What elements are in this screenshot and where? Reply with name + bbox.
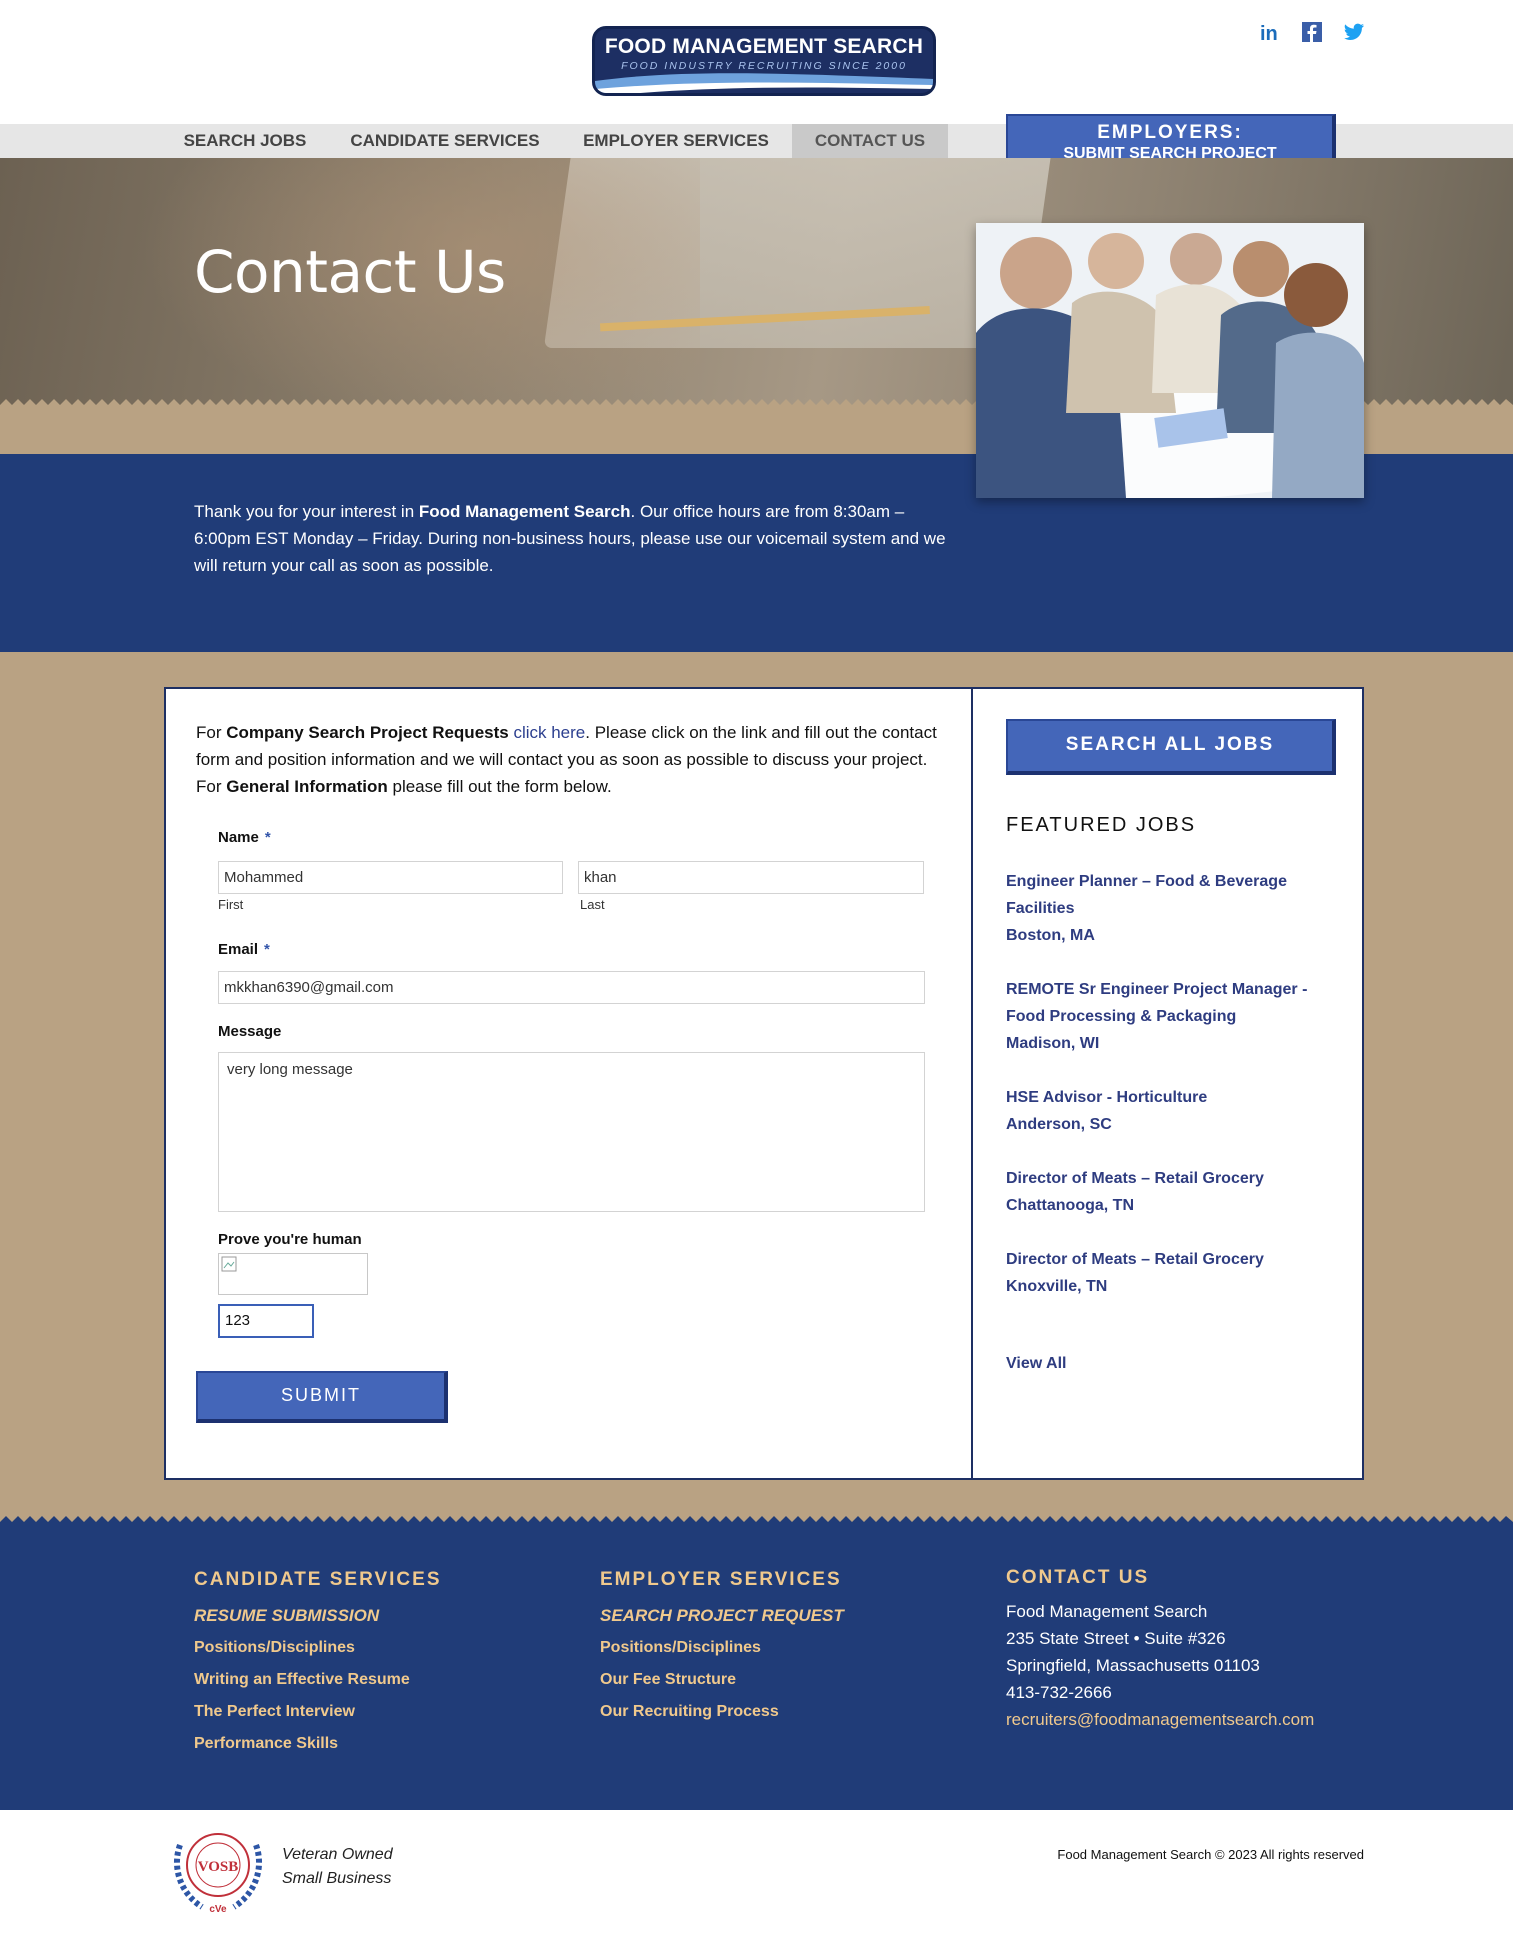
job-title: Engineer Planner – Food & Beverage Facil… bbox=[1006, 873, 1287, 917]
business-team-photo bbox=[976, 223, 1364, 498]
name-label-text: Name bbox=[218, 829, 259, 846]
email-label-text: Email bbox=[218, 941, 259, 958]
featured-job-link[interactable]: REMOTE Sr Engineer Project Manager - Foo… bbox=[1006, 976, 1336, 1057]
footer-link-resume-submission[interactable]: RESUME SUBMISSION bbox=[194, 1606, 379, 1626]
footer-link-recruiting-process[interactable]: Our Recruiting Process bbox=[600, 1703, 779, 1721]
footer-link-search-project-request[interactable]: SEARCH PROJECT REQUEST bbox=[600, 1606, 844, 1626]
vosb-seal-icon: VOSB cVe bbox=[166, 1815, 270, 1915]
email-label: Email * bbox=[218, 941, 270, 958]
footer-link-employer-positions[interactable]: Positions/Disciplines bbox=[600, 1639, 761, 1657]
footer-link-performance-skills[interactable]: Performance Skills bbox=[194, 1735, 338, 1753]
copyright-text: Food Management Search © 2023 All rights… bbox=[1057, 1847, 1364, 1862]
form-intro-part1: For bbox=[196, 723, 227, 742]
featured-job-link[interactable]: HSE Advisor - Horticulture Anderson, SC bbox=[1006, 1084, 1336, 1138]
intro-text: Thank you for your interest in Food Mana… bbox=[194, 498, 964, 579]
nav-search-jobs[interactable]: SEARCH JOBS bbox=[176, 124, 314, 158]
first-name-sublabel: First bbox=[218, 897, 244, 912]
general-info-label: General Information bbox=[226, 777, 388, 796]
vosb-badge-text: VOSB bbox=[198, 1859, 239, 1875]
job-location: Madison, WI bbox=[1006, 1035, 1100, 1052]
click-here-link[interactable]: click here bbox=[513, 723, 585, 742]
footer-street: 235 State Street • Suite #326 bbox=[1006, 1629, 1226, 1648]
name-label: Name * bbox=[218, 829, 271, 846]
featured-job-link[interactable]: Director of Meats – Retail Grocery Chatta… bbox=[1006, 1165, 1336, 1219]
page-title: Contact Us bbox=[194, 238, 506, 306]
footer-employer-heading: EMPLOYER SERVICES bbox=[600, 1569, 842, 1590]
footer-city: Springfield, Massachusetts 01103 bbox=[1006, 1656, 1260, 1675]
featured-job-link[interactable]: Director of Meats – Retail Grocery Knoxvi… bbox=[1006, 1246, 1336, 1300]
intro-company-name: Food Management Search bbox=[418, 502, 631, 521]
submit-button[interactable]: SUBMIT bbox=[196, 1371, 448, 1423]
name-required-mark: * bbox=[264, 829, 271, 846]
captcha-label: Prove you're human bbox=[218, 1231, 362, 1248]
message-label: Message bbox=[218, 1023, 282, 1040]
broken-image-icon bbox=[221, 1256, 237, 1272]
job-location: Anderson, SC bbox=[1006, 1116, 1112, 1133]
company-search-label: Company Search Project Requests bbox=[226, 723, 509, 742]
search-all-jobs-button[interactable]: SEARCH ALL JOBS bbox=[1006, 719, 1336, 775]
nav-candidate-services[interactable]: CANDIDATE SERVICES bbox=[336, 124, 554, 158]
facebook-icon[interactable] bbox=[1300, 20, 1324, 44]
last-name-input[interactable]: khan bbox=[578, 861, 924, 894]
footer-zigzag-edge bbox=[0, 1516, 1513, 1530]
footer-email-link[interactable]: recruiters@foodmanagementsearch.com bbox=[1006, 1710, 1314, 1730]
footer-contact-heading: CONTACT US bbox=[1006, 1567, 1150, 1588]
job-title: Director of Meats – Retail Grocery bbox=[1006, 1170, 1264, 1187]
view-all-jobs-link[interactable]: View All bbox=[1006, 1355, 1066, 1373]
job-location: Chattanooga, TN bbox=[1006, 1197, 1134, 1214]
footer-company-name: Food Management Search bbox=[1006, 1602, 1208, 1621]
footer-candidate-heading: CANDIDATE SERVICES bbox=[194, 1569, 442, 1590]
form-intro-text: For Company Search Project Requests clic… bbox=[196, 719, 946, 800]
site-footer: CANDIDATE SERVICES RESUME SUBMISSION Pos… bbox=[0, 1530, 1513, 1810]
job-title: Director of Meats – Retail Grocery bbox=[1006, 1251, 1264, 1268]
featured-jobs-heading: FEATURED JOBS bbox=[1006, 814, 1197, 836]
message-textarea[interactable]: very long message bbox=[218, 1052, 925, 1212]
footer-link-writing-resume[interactable]: Writing an Effective Resume bbox=[194, 1671, 410, 1689]
footer-link-fee-structure[interactable]: Our Fee Structure bbox=[600, 1671, 736, 1689]
job-location: Knoxville, TN bbox=[1006, 1278, 1108, 1295]
captcha-input[interactable]: 123 bbox=[218, 1304, 314, 1338]
linkedin-icon[interactable]: in bbox=[1258, 20, 1282, 45]
captcha-image bbox=[218, 1253, 368, 1295]
employers-button-line1: EMPLOYERS: bbox=[1097, 122, 1243, 143]
email-required-mark: * bbox=[264, 941, 270, 958]
logo-swoosh bbox=[595, 73, 933, 93]
nav-employer-services[interactable]: EMPLOYER SERVICES bbox=[574, 124, 778, 158]
vosb-mark-text: cVe bbox=[209, 1904, 227, 1915]
job-location: Boston, MA bbox=[1006, 927, 1095, 944]
form-intro-part3: please fill out the form below. bbox=[387, 777, 612, 796]
veteran-line2: Small Business bbox=[282, 1870, 392, 1887]
logo-title: FOOD MANAGEMENT SEARCH bbox=[604, 35, 924, 58]
first-name-input[interactable]: Mohammed bbox=[218, 861, 563, 894]
veteran-owned-text: Veteran Owned Small Business bbox=[282, 1843, 393, 1891]
site-logo[interactable]: FOOD MANAGEMENT SEARCH FOOD INDUSTRY REC… bbox=[592, 26, 936, 96]
job-title: REMOTE Sr Engineer Project Manager - Foo… bbox=[1006, 981, 1308, 1025]
footer-link-positions[interactable]: Positions/Disciplines bbox=[194, 1639, 355, 1657]
hero-pencil bbox=[599, 306, 930, 332]
intro-text-part1: Thank you for your interest in bbox=[194, 502, 419, 521]
job-title: HSE Advisor - Horticulture bbox=[1006, 1089, 1208, 1106]
nav-contact-us[interactable]: CONTACT US bbox=[792, 124, 948, 158]
column-divider bbox=[971, 687, 973, 1480]
email-input[interactable]: mkkhan6390@gmail.com bbox=[218, 971, 925, 1004]
last-name-sublabel: Last bbox=[580, 897, 605, 912]
twitter-icon[interactable] bbox=[1342, 20, 1366, 44]
veteran-line1: Veteran Owned bbox=[282, 1846, 393, 1863]
featured-job-link[interactable]: Engineer Planner – Food & Beverage Facil… bbox=[1006, 868, 1336, 949]
footer-phone[interactable]: 413-732-2666 bbox=[1006, 1683, 1112, 1703]
linkedin-glyph: in bbox=[1260, 23, 1278, 44]
footer-link-perfect-interview[interactable]: The Perfect Interview bbox=[194, 1703, 355, 1721]
